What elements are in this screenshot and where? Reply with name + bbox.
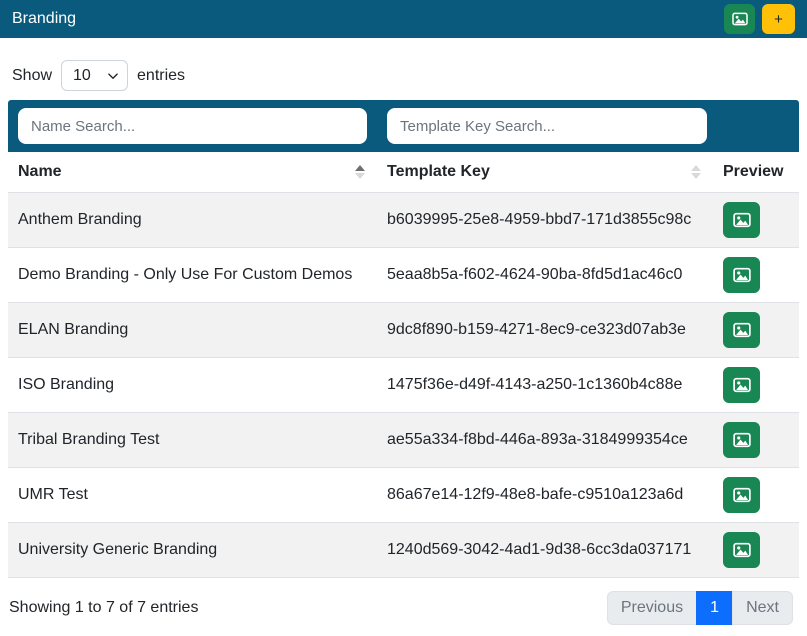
image-icon xyxy=(733,431,751,449)
name-search-input[interactable] xyxy=(18,108,367,144)
preview-button[interactable] xyxy=(723,257,760,293)
table-row: University Generic Branding 1240d569-304… xyxy=(8,522,799,577)
image-icon xyxy=(733,266,751,284)
column-header-template-key[interactable]: Template Key xyxy=(377,152,713,192)
column-header-name[interactable]: Name xyxy=(8,152,377,192)
column-search-bar xyxy=(8,100,799,152)
preview-button[interactable] xyxy=(723,367,760,403)
template-key-cell: 1240d569-3042-4ad1-9d38-6cc3da037171 xyxy=(377,522,713,577)
template-key-cell: 9dc8f890-b159-4271-8ec9-ce323d07ab3e xyxy=(377,302,713,357)
image-icon xyxy=(733,486,751,504)
preview-cell xyxy=(713,412,799,467)
entries-select-wrap: 10 xyxy=(61,60,128,91)
image-icon xyxy=(733,376,751,394)
preview-cell xyxy=(713,357,799,412)
page-1-button[interactable]: 1 xyxy=(696,591,733,625)
show-label: Show xyxy=(12,67,52,85)
table-row: ISO Branding 1475f36e-d49f-4143-a250-1c1… xyxy=(8,357,799,412)
template-key-cell: ae55a334-f8bd-446a-893a-3184999354ce xyxy=(377,412,713,467)
branding-card: Name Template Key Preview Anthem Brandin… xyxy=(8,100,799,625)
column-header-preview-label: Preview xyxy=(723,163,783,180)
table-row: Demo Branding - Only Use For Custom Demo… xyxy=(8,247,799,302)
table-info: Showing 1 to 7 of 7 entries xyxy=(9,599,198,617)
table-row: Tribal Branding Test ae55a334-f8bd-446a-… xyxy=(8,412,799,467)
preview-button[interactable] xyxy=(723,312,760,348)
table-length-control: Show 10 entries xyxy=(12,60,795,91)
preview-cell xyxy=(713,522,799,577)
template-key-cell: 86a67e14-12f9-48e8-bafe-c9510a123a6d xyxy=(377,467,713,522)
topbar-actions: + xyxy=(724,4,795,34)
column-header-template-key-label: Template Key xyxy=(387,163,490,180)
sort-ascending-icon xyxy=(355,165,365,179)
brand-name-cell: ELAN Branding xyxy=(8,302,377,357)
brand-name-cell: Anthem Branding xyxy=(8,192,377,247)
brand-name-cell: Demo Branding - Only Use For Custom Demo… xyxy=(8,247,377,302)
preview-button[interactable] xyxy=(723,477,760,513)
image-icon xyxy=(732,11,748,27)
template-key-search-input[interactable] xyxy=(387,108,707,144)
preview-button[interactable] xyxy=(723,202,760,238)
sort-both-icon xyxy=(691,165,701,179)
preview-button[interactable] xyxy=(723,422,760,458)
brand-name-cell: UMR Test xyxy=(8,467,377,522)
template-key-cell: b6039995-25e8-4959-bbd7-171d3855c98c xyxy=(377,192,713,247)
template-key-cell: 1475f36e-d49f-4143-a250-1c1360b4c88e xyxy=(377,357,713,412)
pagination: Previous 1 Next xyxy=(607,591,793,625)
image-icon xyxy=(733,321,751,339)
table-header-row: Name Template Key Preview xyxy=(8,152,799,192)
brand-name-cell: ISO Branding xyxy=(8,357,377,412)
previous-page-button[interactable]: Previous xyxy=(607,591,697,625)
table-row: Anthem Branding b6039995-25e8-4959-bbd7-… xyxy=(8,192,799,247)
preview-cell xyxy=(713,302,799,357)
column-header-name-label: Name xyxy=(18,163,62,180)
preview-cell xyxy=(713,247,799,302)
table-row: UMR Test 86a67e14-12f9-48e8-bafe-c9510a1… xyxy=(8,467,799,522)
image-icon xyxy=(733,541,751,559)
brand-name-cell: Tribal Branding Test xyxy=(8,412,377,467)
image-icon xyxy=(733,211,751,229)
add-branding-button[interactable]: + xyxy=(762,4,795,34)
branding-table: Name Template Key Preview Anthem Brandin… xyxy=(8,152,799,578)
table-row: ELAN Branding 9dc8f890-b159-4271-8ec9-ce… xyxy=(8,302,799,357)
table-footer: Showing 1 to 7 of 7 entries Previous 1 N… xyxy=(9,591,799,625)
brand-name-cell: University Generic Branding xyxy=(8,522,377,577)
entries-label: entries xyxy=(137,67,185,85)
column-header-preview: Preview xyxy=(713,152,799,192)
template-key-cell: 5eaa8b5a-f602-4624-90ba-8fd5d1ac46c0 xyxy=(377,247,713,302)
preview-cell xyxy=(713,467,799,522)
table-body: Anthem Branding b6039995-25e8-4959-bbd7-… xyxy=(8,192,799,577)
preview-button[interactable] xyxy=(723,532,760,568)
next-page-button[interactable]: Next xyxy=(732,591,793,625)
topbar: Branding + xyxy=(0,0,807,38)
preview-cell xyxy=(713,192,799,247)
preview-brandings-button[interactable] xyxy=(724,4,755,34)
entries-select[interactable]: 10 xyxy=(61,60,128,91)
page-title: Branding xyxy=(12,10,76,28)
